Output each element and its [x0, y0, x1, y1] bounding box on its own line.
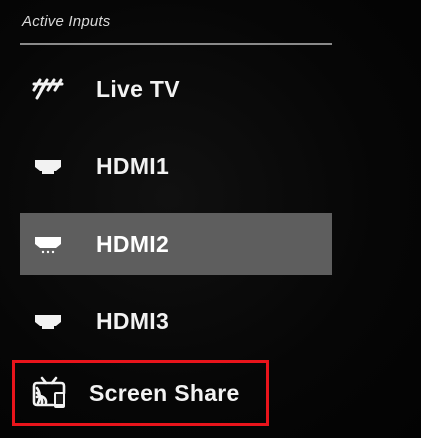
input-label: HDMI3	[96, 307, 170, 334]
input-item-screen-share[interactable]: Screen Share	[12, 360, 269, 426]
input-item-hdmi3[interactable]: HDMI3	[20, 290, 332, 352]
hdmi-icon	[28, 151, 68, 181]
input-item-live-tv[interactable]: Live TV	[20, 58, 332, 120]
screen-share-icon	[29, 376, 69, 408]
hdmi-icon	[28, 306, 68, 336]
hdmi-icon	[28, 229, 68, 259]
input-item-hdmi1[interactable]: HDMI1	[20, 135, 332, 197]
input-label: Live TV	[96, 75, 180, 102]
input-label: HDMI2	[96, 230, 170, 257]
section-divider	[20, 43, 332, 45]
input-label: HDMI1	[96, 152, 170, 179]
section-title: Active Inputs	[22, 13, 111, 30]
active-inputs-screen: Active Inputs Live TV HDMI1 HDMI2 HDMI3 …	[0, 0, 421, 438]
input-item-hdmi2[interactable]: HDMI2	[20, 213, 332, 275]
antenna-icon	[28, 74, 68, 104]
input-label: Screen Share	[89, 379, 240, 406]
